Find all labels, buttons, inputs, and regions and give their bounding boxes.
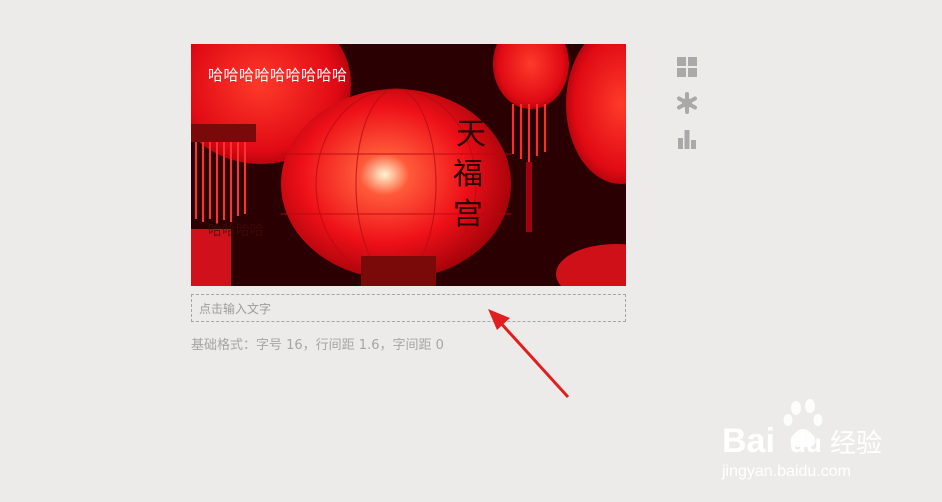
format-hint: 基础格式：字号 16，行间距 1.6，字间距 0: [191, 338, 444, 353]
bar-chart-icon[interactable]: [676, 128, 698, 150]
card-subtitle[interactable]: 哈哈哈哈: [208, 220, 264, 240]
image-card[interactable]: 天 福 宫 哈哈哈哈哈哈哈哈哈 哈哈哈哈: [191, 44, 626, 286]
svg-text:宫: 宫: [453, 197, 483, 232]
svg-text:jingyan.baidu.com: jingyan.baidu.com: [721, 463, 851, 480]
layout-grid-icon[interactable]: [676, 56, 698, 78]
text-input-field[interactable]: 点击输入文字: [191, 294, 626, 322]
svg-text:Bai: Bai: [722, 422, 775, 460]
card-title[interactable]: 哈哈哈哈哈哈哈哈哈: [208, 64, 348, 85]
baidu-watermark: Bai du 经验 jingyan.baidu.com: [721, 399, 882, 480]
gear-icon[interactable]: [676, 92, 698, 114]
svg-text:天: 天: [456, 117, 486, 152]
svg-text:du: du: [790, 428, 822, 458]
svg-text:经验: 经验: [830, 429, 882, 459]
svg-text:福: 福: [453, 157, 483, 192]
input-placeholder: 点击输入文字: [199, 302, 272, 316]
